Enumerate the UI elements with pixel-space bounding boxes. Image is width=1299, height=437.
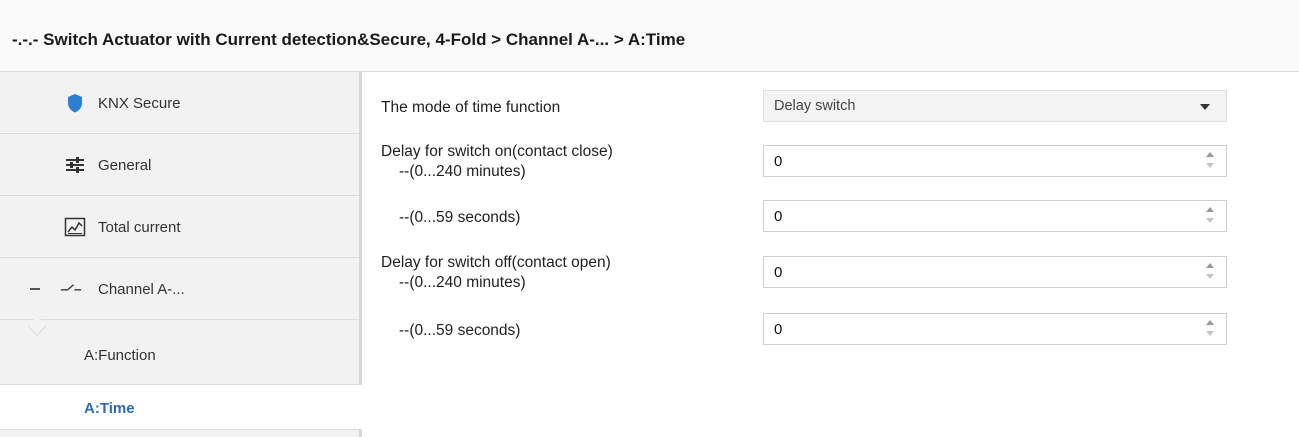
sidebar: KNX Secure General Total current Channel… xyxy=(0,72,362,437)
switch-contact-icon xyxy=(60,284,82,291)
off-seconds-input[interactable]: 0 xyxy=(763,313,1227,345)
sidebar-item-label: KNX Secure xyxy=(98,95,181,112)
sidebar-item-knx-secure[interactable]: KNX Secure xyxy=(0,72,359,134)
input-value: 0 xyxy=(774,208,783,225)
title-bar: -.-.- Switch Actuator with Current detec… xyxy=(0,0,1299,72)
input-value: 0 xyxy=(774,264,783,281)
sidebar-subitem-a-function[interactable]: A:Function xyxy=(0,332,359,378)
parameter-panel: The mode of time function Delay switch D… xyxy=(365,72,1299,437)
spinner-icon[interactable] xyxy=(1206,320,1216,340)
sidebar-subitem-a-time[interactable]: A:Time xyxy=(0,384,362,430)
sidebar-subitem-label: A:Function xyxy=(84,347,156,364)
param-label-on-minutes: Delay for switch on(contact close) --(0.… xyxy=(381,143,613,180)
param-label-off-seconds: --(0...59 seconds) xyxy=(399,322,521,339)
time-mode-select[interactable]: Delay switch xyxy=(763,90,1227,122)
spinner-icon[interactable] xyxy=(1206,152,1216,172)
param-label-mode: The mode of time function xyxy=(381,99,561,116)
off-minutes-input[interactable]: 0 xyxy=(763,256,1227,288)
on-seconds-input[interactable]: 0 xyxy=(763,200,1227,232)
sidebar-item-label: Total current xyxy=(98,219,181,236)
sidebar-item-general[interactable]: General xyxy=(0,134,359,196)
on-minutes-input[interactable]: 0 xyxy=(763,145,1227,177)
sidebar-item-channel-a[interactable]: Channel A-... xyxy=(0,258,359,336)
collapse-icon[interactable] xyxy=(30,288,40,290)
shield-icon xyxy=(68,94,82,113)
param-label-off-minutes: Delay for switch off(contact open) --(0.… xyxy=(381,254,611,291)
input-value: 0 xyxy=(774,153,783,170)
sidebar-subitem-label: A:Time xyxy=(84,400,135,417)
param-label-on-seconds: --(0...59 seconds) xyxy=(399,209,521,226)
spinner-icon[interactable] xyxy=(1206,207,1216,227)
sidebar-item-total-current[interactable]: Total current xyxy=(0,196,359,258)
spinner-icon[interactable] xyxy=(1206,263,1216,283)
breadcrumb: -.-.- Switch Actuator with Current detec… xyxy=(12,30,686,49)
chevron-down-icon xyxy=(1200,104,1210,110)
chart-icon xyxy=(64,217,86,237)
input-value: 0 xyxy=(774,321,783,338)
select-value: Delay switch xyxy=(774,98,856,114)
sliders-icon xyxy=(66,157,84,173)
sidebar-item-label: General xyxy=(98,157,152,174)
sidebar-item-label: Channel A-... xyxy=(98,281,185,298)
